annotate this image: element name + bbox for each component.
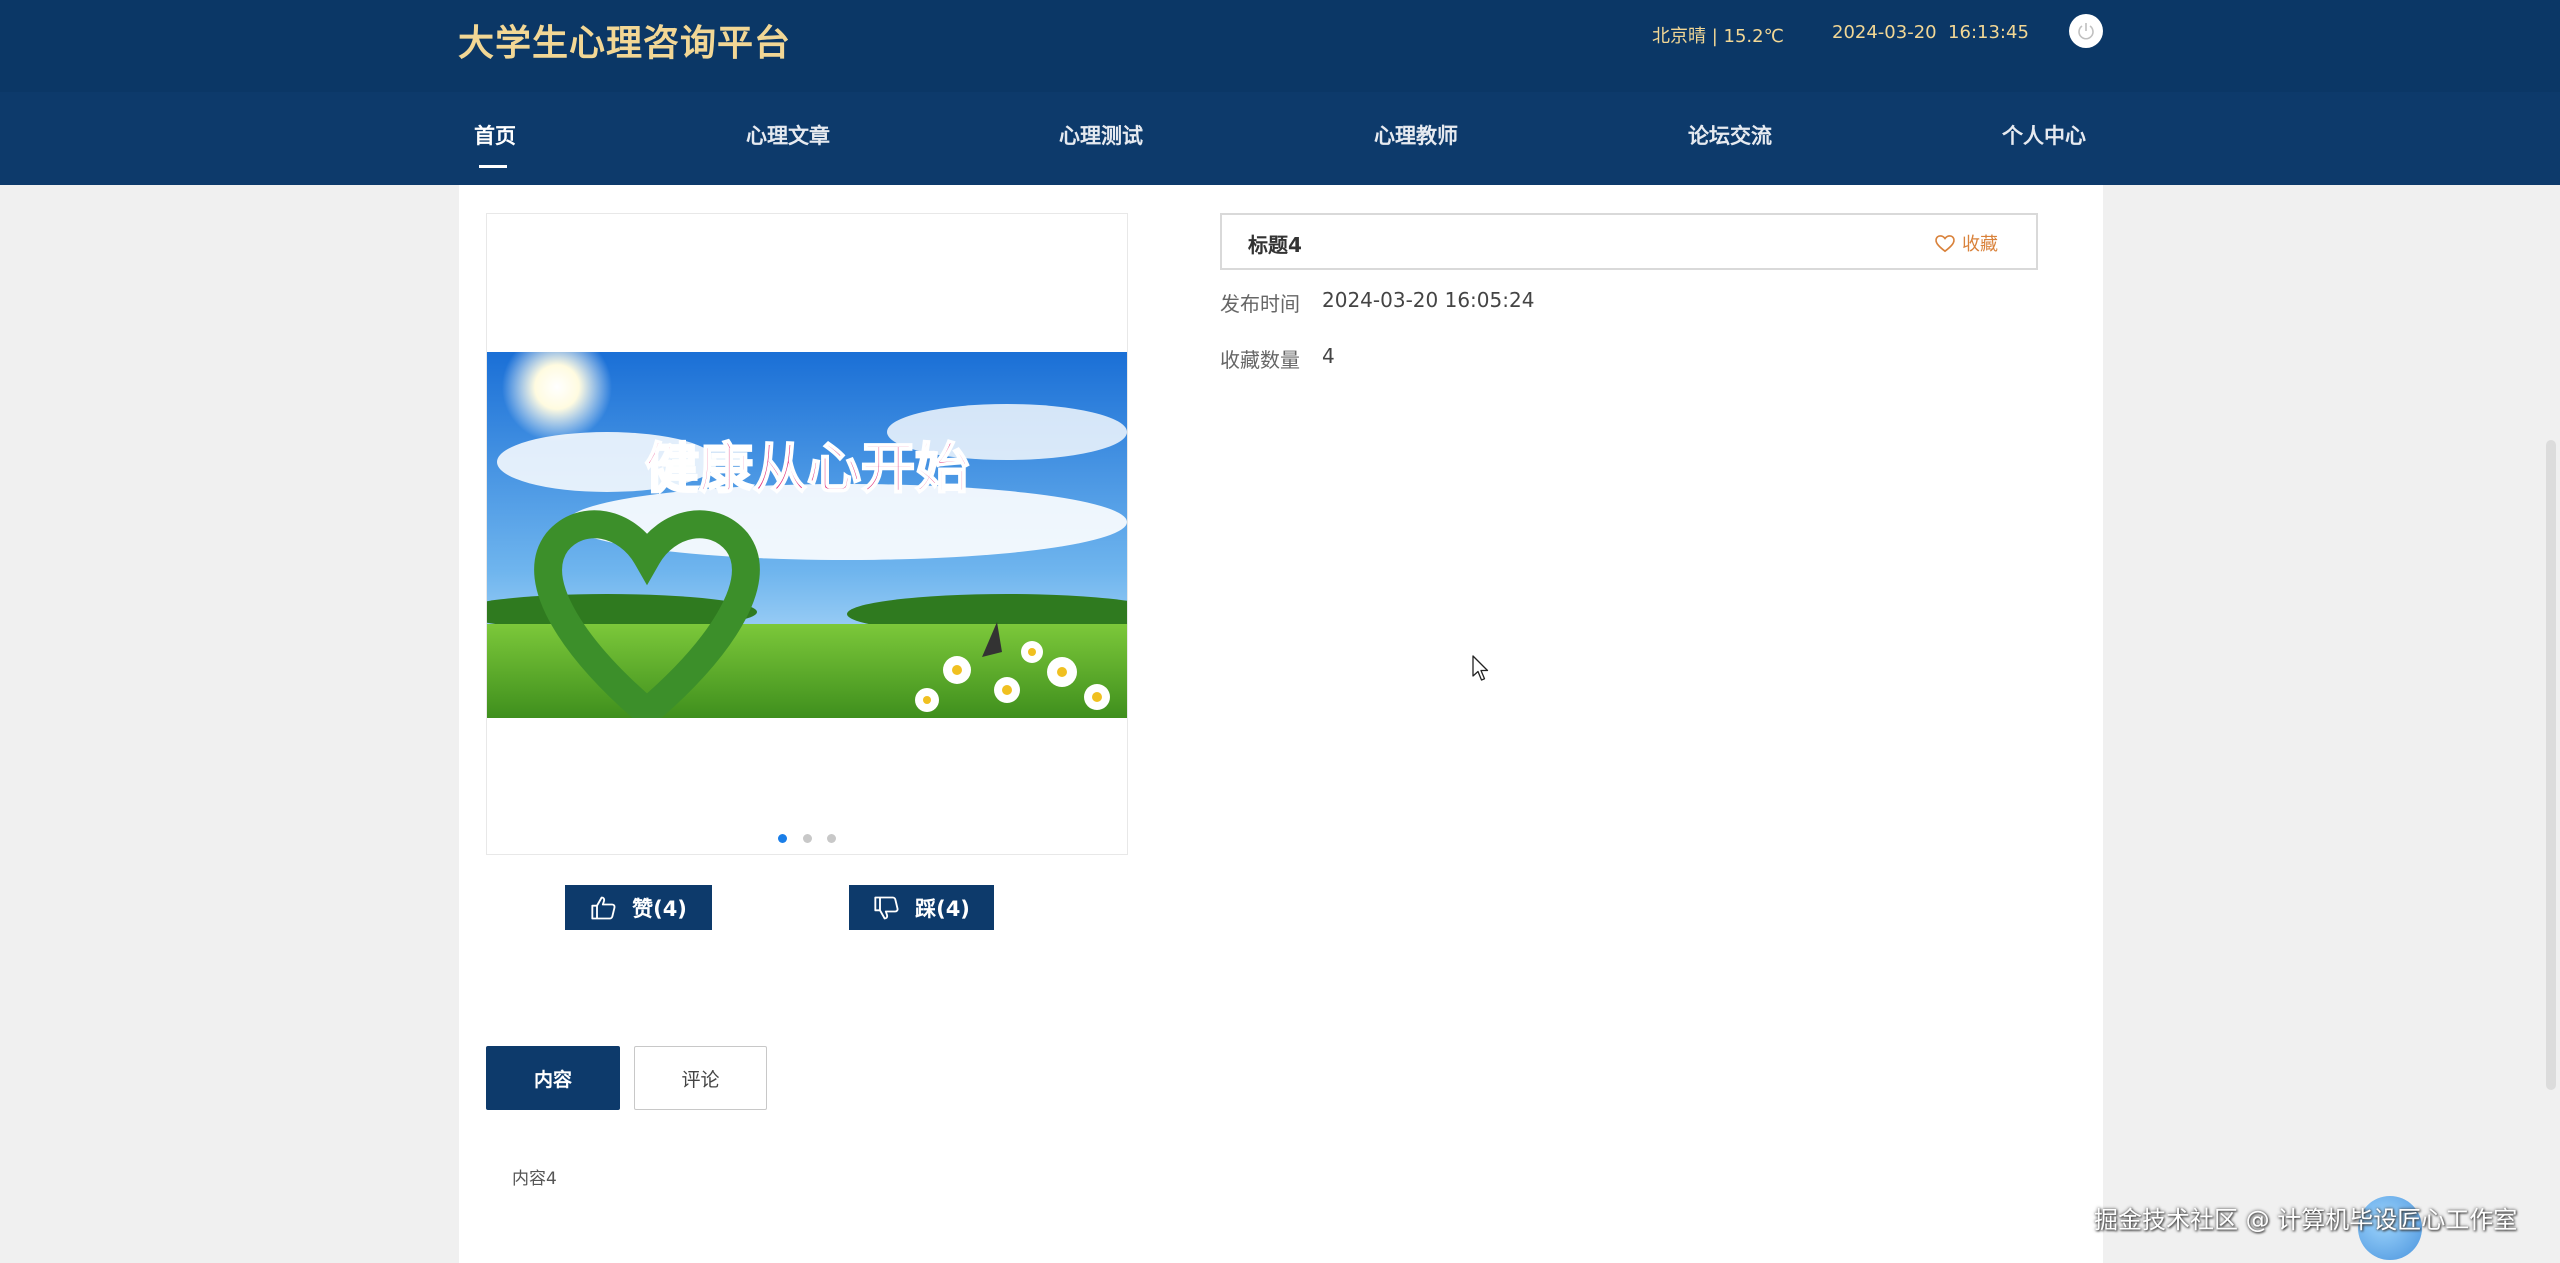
tab-content[interactable]: 内容 [486,1046,620,1110]
banner-image: 健康从心开始 [487,352,1127,718]
favorite-count-label: 收藏数量 [1220,348,1300,372]
banner-illustration: 健康从心开始 [487,352,1127,718]
heart-icon [1935,235,1955,253]
publish-time-label: 发布时间 [1220,292,1300,316]
favorite-button[interactable]: 收藏 [1934,230,1998,256]
thumbs-down-icon [874,896,899,919]
page-scrollbar[interactable] [2542,185,2560,1263]
nav-item-profile[interactable]: 个人中心 [2002,120,2086,150]
scrollbar-thumb[interactable] [2546,440,2556,1090]
carousel-dot-3[interactable] [826,834,836,843]
image-carousel[interactable]: 健康从心开始 [486,213,1128,855]
like-count-label: 赞(4) [632,896,687,921]
thumbs-up-icon [591,896,616,919]
favorite-count-value: 4 [1322,344,1335,368]
article-title-box: 标题4 收藏 [1220,213,2038,270]
logout-button[interactable] [2069,14,2103,48]
watermark-text: 掘金技术社区 @ 计算机毕设匠心工作室 [2094,1206,2518,1234]
like-button[interactable]: 赞(4) [565,885,712,930]
top-header: 大学生心理咨询平台 北京晴 | 15.2℃ 2024-03-20 16:13:4… [0,0,2560,92]
carousel-dot-1[interactable] [778,834,788,843]
favorite-label: 收藏 [1962,234,1998,255]
current-datetime: 2024-03-20 16:13:45 [1832,22,2029,43]
nav-item-teachers[interactable]: 心理教师 [1374,120,1458,150]
tab-comment[interactable]: 评论 [634,1046,767,1110]
dislike-count-label: 踩(4) [915,896,970,921]
main-nav: 首页 心理文章 心理测试 心理教师 论坛交流 个人中心 [0,92,2560,185]
nav-item-forum[interactable]: 论坛交流 [1688,120,1772,150]
banner-slogan: 健康从心开始 [645,437,969,500]
mouse-cursor-icon [1472,655,1489,681]
power-icon [2078,23,2094,40]
publish-time-value: 2024-03-20 16:05:24 [1322,288,1535,312]
nav-item-articles[interactable]: 心理文章 [746,120,830,150]
site-title[interactable]: 大学生心理咨询平台 [458,14,791,66]
nav-item-tests[interactable]: 心理测试 [1059,120,1143,150]
nav-item-home[interactable]: 首页 [474,120,516,150]
nav-active-indicator [479,165,507,168]
carousel-indicators [487,828,1127,847]
dislike-button[interactable]: 踩(4) [849,885,994,930]
article-title: 标题4 [1248,233,1302,257]
article-content: 内容4 [512,1169,557,1189]
carousel-dot-2[interactable] [802,834,812,843]
weather-info: 北京晴 | 15.2℃ [1652,26,1784,47]
